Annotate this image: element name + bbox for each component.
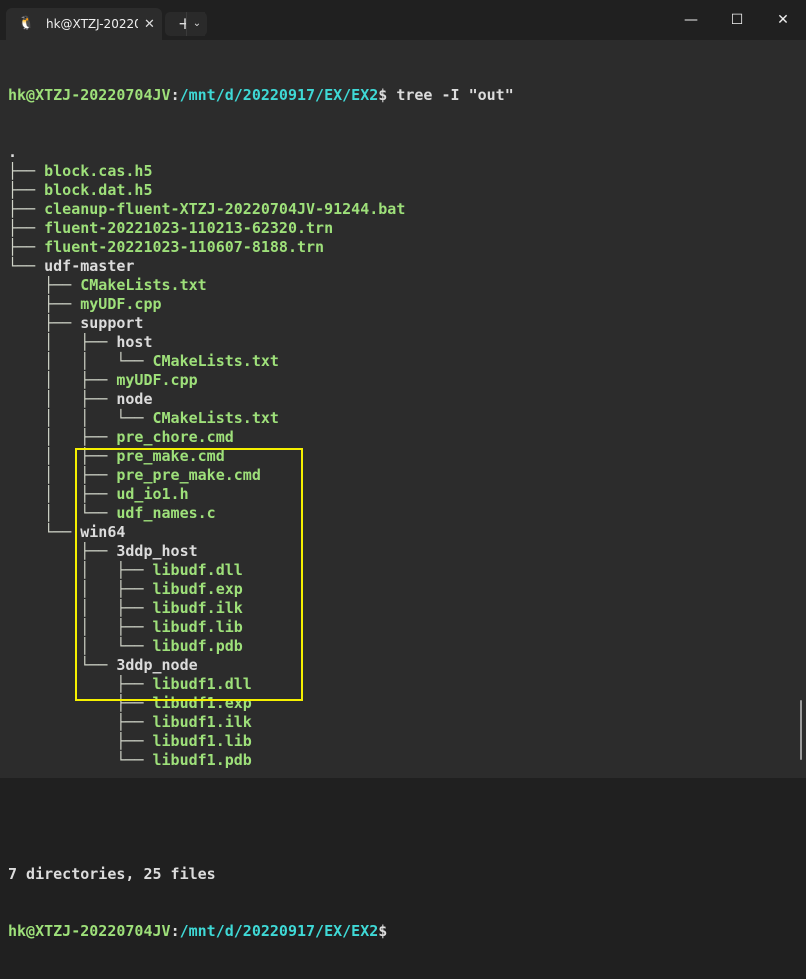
file-name: CMakeLists.txt: [152, 409, 279, 427]
directory-name: udf-master: [44, 257, 135, 275]
tree-row: ├── fluent-20221023-110213-62320.trn: [8, 219, 514, 238]
tree-branch: │ ├──: [8, 428, 117, 446]
file-name: libudf1.lib: [152, 732, 252, 750]
tree-row: ├── block.dat.h5: [8, 181, 514, 200]
tree-row: ├── CMakeLists.txt: [8, 276, 514, 295]
directory-name: host: [116, 333, 153, 351]
terminal-output[interactable]: hk@XTZJ-20220704JV:/mnt/d/20220917/EX/EX…: [0, 40, 806, 940]
tree-branch: ├──: [8, 314, 81, 332]
tab-close-icon[interactable]: ✕: [144, 17, 155, 32]
current-prompt[interactable]: hk@XTZJ-20220704JV:/mnt/d/20220917/EX/EX…: [8, 922, 514, 941]
tree-row: ├── support: [8, 314, 514, 333]
command-text: tree -I "out": [387, 86, 514, 104]
prompt-user-host: hk@XTZJ-20220704JV: [8, 922, 171, 940]
file-name: libudf1.ilk: [152, 713, 252, 731]
file-name: fluent-20221023-110607-8188.trn: [44, 238, 325, 256]
tree-branch: │ │ └──: [8, 409, 153, 427]
tree-row: .: [8, 143, 514, 162]
tree-branch: └──: [8, 751, 153, 769]
maximize-button[interactable]: ☐: [714, 0, 760, 40]
close-button[interactable]: ✕: [760, 0, 806, 40]
win64-highlight-box: [75, 448, 303, 701]
tab-dropdown-button[interactable]: ⌄: [186, 12, 207, 36]
tree-branch: ├──: [8, 162, 45, 180]
file-name: fluent-20221023-110213-62320.trn: [44, 219, 334, 237]
tree-row: │ ├── myUDF.cpp: [8, 371, 514, 390]
tree-branch: └──: [8, 257, 45, 275]
tree-row: └── udf-master: [8, 257, 514, 276]
tree-row: │ ├── node: [8, 390, 514, 409]
command-line: hk@XTZJ-20220704JV:/mnt/d/20220917/EX/EX…: [8, 86, 514, 105]
tree-branch: │ │ └──: [8, 352, 153, 370]
scrollbar[interactable]: [800, 700, 802, 760]
tree-row: └── libudf1.pdb: [8, 751, 514, 770]
tree-branch: ├──: [8, 732, 153, 750]
tree-branch: ├──: [8, 276, 81, 294]
tree-branch: └──: [8, 523, 81, 541]
tree-branch: ├──: [8, 295, 81, 313]
prompt-dollar: $: [378, 86, 388, 104]
directory-name: .: [8, 143, 18, 161]
tree-summary: 7 directories, 25 files: [8, 865, 216, 883]
tree-row: ├── libudf1.lib: [8, 732, 514, 751]
file-name: pre_chore.cmd: [116, 428, 234, 446]
tree-branch: ├──: [8, 238, 45, 256]
tree-row: ├── block.cas.h5: [8, 162, 514, 181]
tree-branch: │ ├──: [8, 371, 117, 389]
tree-branch: ├──: [8, 219, 45, 237]
minimize-button[interactable]: —: [668, 0, 714, 40]
prompt-separator: :: [170, 922, 180, 940]
file-name: libudf1.pdb: [152, 751, 252, 769]
tree-row: │ ├── host: [8, 333, 514, 352]
title-bar: 🐧 hk@XTZJ-20220704JV: /mnt/d/20220917/EX…: [0, 0, 806, 40]
tree-branch: │ ├──: [8, 333, 117, 351]
tree-row: ├── myUDF.cpp: [8, 295, 514, 314]
file-name: block.cas.h5: [44, 162, 153, 180]
prompt-path: /mnt/d/20220917/EX/EX2: [179, 922, 379, 940]
tree-branch: ├──: [8, 200, 45, 218]
file-name: CMakeLists.txt: [152, 352, 279, 370]
tree-row: │ │ └── CMakeLists.txt: [8, 352, 514, 371]
tree-row: ├── fluent-20221023-110607-8188.trn: [8, 238, 514, 257]
prompt-dollar: $: [378, 922, 388, 940]
tree-row: │ │ └── CMakeLists.txt: [8, 409, 514, 428]
directory-name: support: [80, 314, 144, 332]
tree-branch: ├──: [8, 181, 45, 199]
tree-row: │ ├── pre_chore.cmd: [8, 428, 514, 447]
tree-row: ├── cleanup-fluent-XTZJ-20220704JV-91244…: [8, 200, 514, 219]
file-name: myUDF.cpp: [80, 295, 162, 313]
prompt-separator: :: [170, 86, 180, 104]
file-name: block.dat.h5: [44, 181, 153, 199]
tree-branch: ├──: [8, 713, 153, 731]
file-name: cleanup-fluent-XTZJ-20220704JV-91244.bat: [44, 200, 406, 218]
prompt-user-host: hk@XTZJ-20220704JV: [8, 86, 171, 104]
tab-title: hk@XTZJ-20220704JV: /mnt/d/20220917/EX/E…: [46, 17, 138, 31]
file-name: myUDF.cpp: [116, 371, 198, 389]
directory-name: node: [116, 390, 153, 408]
tree-branch: │ ├──: [8, 390, 117, 408]
linux-penguin-icon: 🐧: [18, 16, 35, 31]
prompt-path: /mnt/d/20220917/EX/EX2: [179, 86, 379, 104]
tree-row: ├── libudf1.ilk: [8, 713, 514, 732]
file-name: CMakeLists.txt: [80, 276, 207, 294]
terminal-tab[interactable]: 🐧 hk@XTZJ-20220704JV: /mnt/d/20220917/EX…: [6, 8, 162, 40]
